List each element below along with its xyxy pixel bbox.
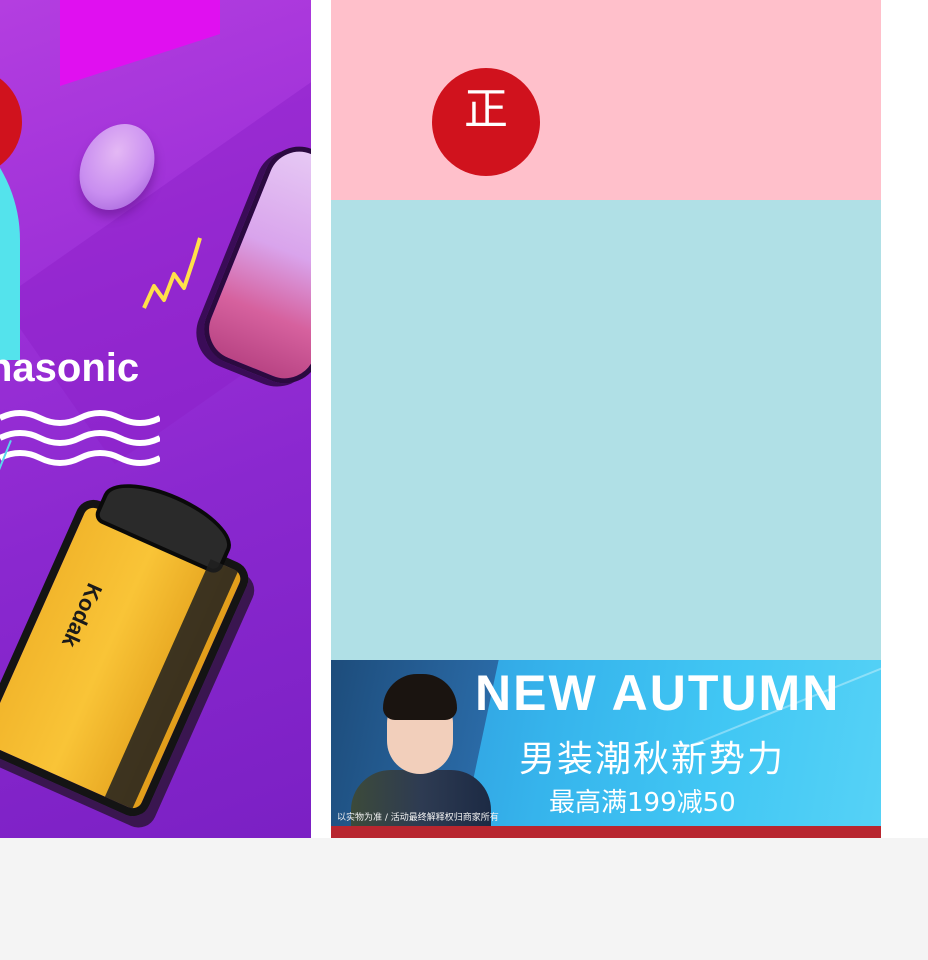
camera-lens-top [92,468,242,576]
placeholder-block-pink [331,0,881,200]
model-photo [351,674,491,826]
banner-subtitle: 男装潮秋新势力 [519,739,786,780]
zigzag-icon [142,237,202,309]
banner-fine-print: 以实物为准 / 活动最终解释权归商家所有 [337,813,499,823]
model-hair [383,674,457,720]
banner-bottom-strip [331,826,881,838]
genuine-glyph: 正 [464,84,508,135]
wave-lines-icon [0,410,160,466]
banner-promo-text: 最高满199减50 [549,788,736,818]
page: nasonic Kodak NEW AUTUMN 男装潮秋新势力 最高满199减… [0,0,928,960]
camera-stripe [104,559,239,809]
banner-headline: NEW AUTUMN [475,665,841,721]
magenta-shape [60,0,220,86]
autumn-menswear-banner[interactable]: NEW AUTUMN 男装潮秋新势力 最高满199减50 以实物为准 / 活动最… [331,660,881,826]
electronics-promo-banner[interactable]: nasonic Kodak [0,0,311,838]
camera-brand-label: Kodak [57,579,108,652]
placeholder-block-cyan [331,200,881,660]
service-bar [0,838,928,960]
brand-text: nasonic [0,346,140,390]
film-camera-image: Kodak [0,468,255,822]
genuine-guarantee-icon[interactable]: 正 [432,68,540,176]
